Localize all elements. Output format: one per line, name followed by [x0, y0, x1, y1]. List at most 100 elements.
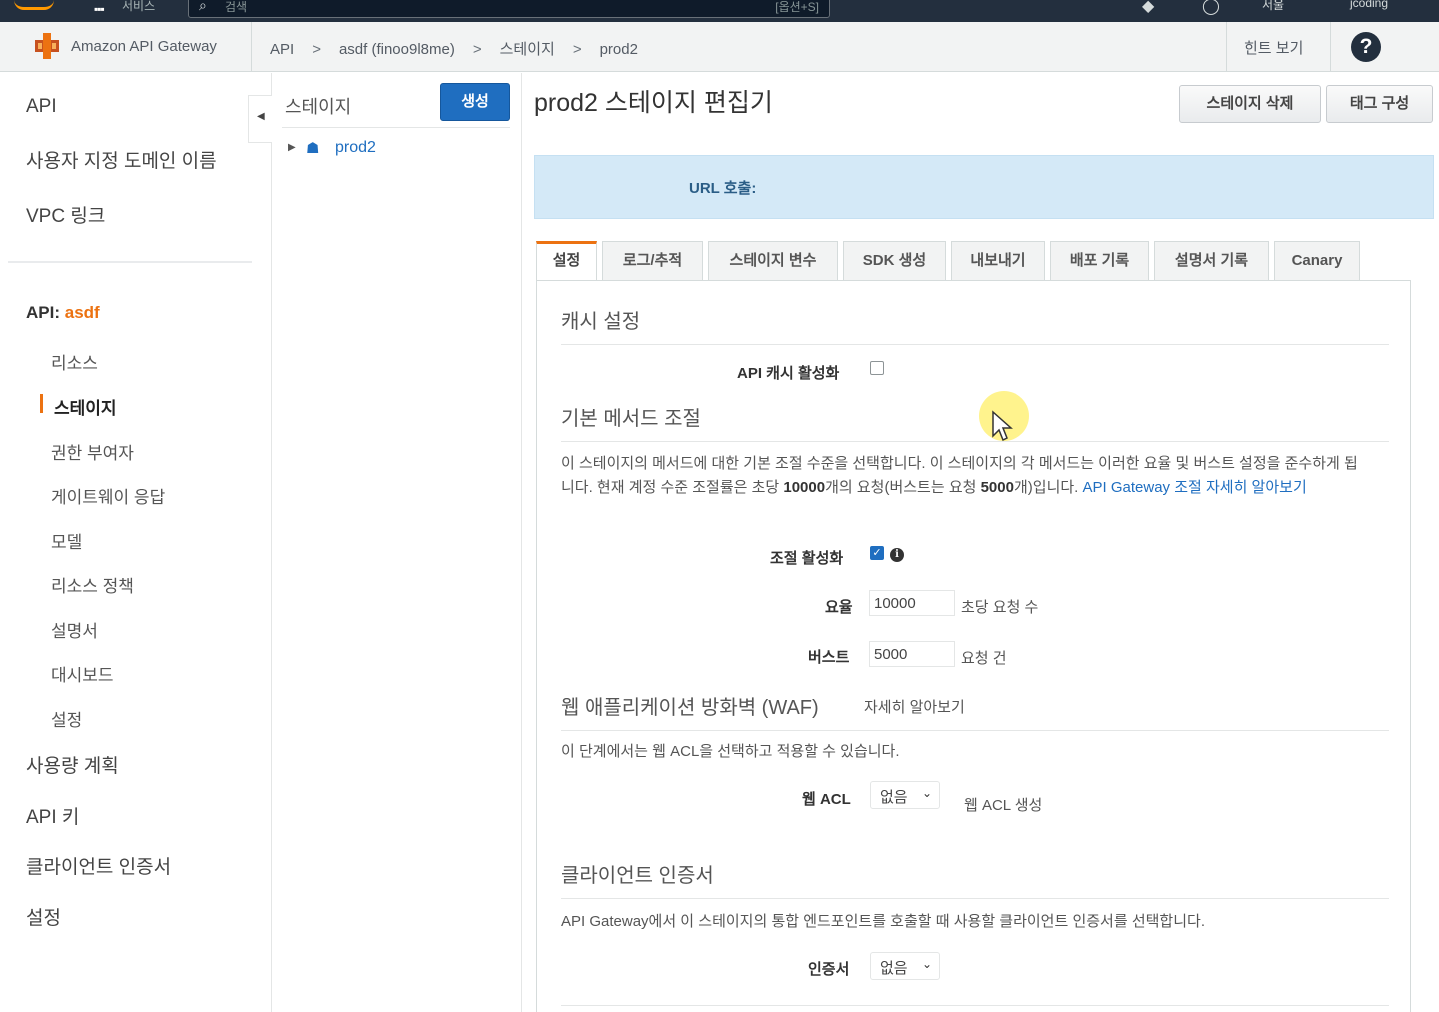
stage-list-panel: 스테이지 생성 ▶ ☗ prod2	[272, 73, 522, 1012]
cache-settings-heading: 캐시 설정	[561, 311, 641, 333]
nav-item-resources[interactable]: 리소스	[51, 349, 98, 374]
divider	[251, 22, 252, 72]
nav-api-heading: API: asdf	[26, 303, 100, 323]
page-title: prod2 스테이지 편집기	[534, 89, 773, 117]
divider	[561, 730, 1389, 731]
search-bar[interactable]: ⌕ 검색 [옵션+S]	[188, 0, 830, 18]
services-menu-label[interactable]: 서비스	[122, 0, 155, 14]
services-grid-icon[interactable]: ▪▪▪	[94, 2, 105, 16]
throttling-text: 개의 요청(버스트는 요청	[825, 479, 981, 496]
create-web-acl-link[interactable]: 웹 ACL 생성	[964, 794, 1042, 815]
top-navigation-bar: ▪▪▪ 서비스 ⌕ 검색 [옵션+S] ◆ ◯ 서울 jcoding	[0, 0, 1439, 22]
nav-item-client-certificates[interactable]: 클라이언트 인증서	[26, 852, 171, 879]
tab-documentation-history[interactable]: 설명서 기록	[1154, 241, 1269, 281]
tab-logs-tracing[interactable]: 로그/추적	[602, 241, 703, 281]
account-rate-value: 10000	[783, 479, 826, 496]
nav-item-settings[interactable]: 설정	[26, 903, 61, 930]
tab-settings[interactable]: 설정	[536, 241, 597, 281]
breadcrumb-stages[interactable]: 스테이지	[500, 41, 555, 58]
search-placeholder: 검색	[225, 0, 248, 14]
web-acl-label: 웹 ACL	[802, 791, 851, 808]
info-icon[interactable]: i	[890, 548, 904, 562]
service-header-bar: Amazon API Gateway API > asdf (finoo9l8me)…	[0, 22, 1439, 72]
support-icon[interactable]: ◯	[1202, 0, 1220, 16]
throttling-enable-checkbox[interactable]: ✓	[870, 546, 884, 560]
throttling-heading: 기본 메서드 조절	[561, 408, 701, 430]
certificate-label: 인증서	[808, 961, 850, 978]
active-indicator	[40, 394, 43, 413]
breadcrumb-separator-icon: >	[572, 41, 582, 58]
nav-item-api-settings[interactable]: 설정	[51, 706, 82, 731]
breadcrumb-api[interactable]: API	[270, 41, 294, 58]
stage-icon: ☗	[306, 140, 320, 157]
collapse-nav-toggle[interactable]: ◀	[248, 95, 272, 143]
notification-bell-icon[interactable]: ◆	[1142, 0, 1154, 16]
nav-item-authorizers[interactable]: 권한 부여자	[51, 439, 134, 464]
nav-item-apis[interactable]: API	[26, 96, 57, 118]
stage-tree-label[interactable]: prod2	[335, 139, 376, 157]
nav-item-stages[interactable]: 스테이지	[54, 394, 117, 419]
help-icon[interactable]: ?	[1351, 32, 1381, 62]
service-name[interactable]: Amazon API Gateway	[71, 38, 217, 55]
stage-editor: prod2 스테이지 편집기 스테이지 삭제 태그 구성 URL 호출: 설정 …	[522, 73, 1439, 1012]
tab-canary[interactable]: Canary	[1274, 241, 1360, 281]
nav-item-resource-policy[interactable]: 리소스 정책	[51, 572, 134, 597]
breadcrumb-api-name[interactable]: asdf (finoo9l8me)	[339, 41, 455, 58]
tab-stage-variables[interactable]: 스테이지 변수	[708, 241, 838, 281]
breadcrumb: API > asdf (finoo9l8me) > 스테이지 > prod2	[270, 38, 656, 59]
rate-input[interactable]	[869, 590, 955, 616]
burst-input[interactable]	[869, 641, 955, 667]
certificate-select[interactable]: 없음 ⌄	[870, 952, 940, 980]
region-selector[interactable]: 서울	[1262, 0, 1284, 13]
web-acl-select[interactable]: 없음 ⌄	[870, 781, 940, 809]
divider	[561, 898, 1389, 899]
show-hints-button[interactable]: 힌트 보기	[1244, 37, 1303, 58]
cache-enable-checkbox[interactable]	[870, 361, 884, 375]
nav-item-dashboard[interactable]: 대시보드	[51, 661, 114, 686]
tab-sdk-generation[interactable]: SDK 생성	[843, 241, 946, 281]
delete-stage-button[interactable]: 스테이지 삭제	[1179, 85, 1321, 123]
search-icon: ⌕	[199, 0, 207, 13]
settings-panel: 캐시 설정 API 캐시 활성화 기본 메서드 조절 이 스테이지의 메서드에 …	[536, 280, 1411, 1012]
nav-item-gateway-responses[interactable]: 게이트웨이 응답	[51, 483, 165, 508]
divider	[282, 127, 510, 128]
breadcrumb-stage[interactable]: prod2	[600, 41, 638, 58]
configure-tags-button[interactable]: 태그 구성	[1326, 85, 1433, 123]
nav-item-custom-domain[interactable]: 사용자 지정 도메인 이름	[26, 146, 217, 173]
nav-divider	[8, 261, 252, 263]
waf-learn-more-link[interactable]: 자세히 알아보기	[864, 696, 965, 717]
nav-item-documentation[interactable]: 설명서	[51, 617, 98, 642]
certificate-select-value: 없음	[880, 960, 908, 977]
nav-item-models[interactable]: 모델	[51, 528, 82, 553]
burst-label: 버스트	[808, 649, 850, 666]
create-stage-button[interactable]: 생성	[440, 83, 510, 121]
expand-triangle-icon[interactable]: ▶	[288, 142, 296, 153]
nav-item-api-keys[interactable]: API 키	[26, 802, 79, 829]
api-name[interactable]: asdf	[65, 303, 100, 322]
tab-deployment-history[interactable]: 배포 기록	[1050, 241, 1149, 281]
api-prefix: API:	[26, 303, 60, 322]
chevron-down-icon: ⌄	[921, 786, 932, 800]
throttling-text: 개)입니다.	[1013, 479, 1083, 496]
nav-item-usage-plans[interactable]: 사용량 계획	[26, 751, 119, 778]
waf-heading: 웹 애플리케이션 방화벽 (WAF)	[561, 697, 819, 719]
tab-export[interactable]: 내보내기	[951, 241, 1045, 281]
throttling-learn-more-link[interactable]: API Gateway 조절 자세히 알아보기	[1083, 479, 1307, 496]
client-certificate-description: API Gateway에서 이 스테이지의 통합 엔드포인트를 호출할 때 사용…	[561, 913, 1205, 930]
web-acl-select-value: 없음	[880, 789, 908, 806]
search-shortcut-hint: [옵션+S]	[775, 0, 819, 14]
left-navigation: API 사용자 지정 도메인 이름 VPC 링크 API: asdf 리소스 스…	[0, 73, 272, 1012]
breadcrumb-separator-icon: >	[312, 41, 321, 58]
divider	[561, 344, 1389, 345]
stage-list-heading: 스테이지	[285, 97, 352, 117]
nav-item-vpc-links[interactable]: VPC 링크	[26, 201, 105, 228]
cache-enable-label: API 캐시 활성화	[737, 365, 840, 382]
mouse-cursor-icon	[992, 410, 1013, 442]
client-certificate-heading: 클라이언트 인증서	[561, 865, 714, 887]
account-menu[interactable]: jcoding	[1350, 0, 1388, 10]
divider	[1330, 22, 1331, 72]
invoke-url-label: URL 호출:	[689, 180, 757, 197]
aws-logo[interactable]	[14, 0, 54, 10]
invoke-url-box: URL 호출:	[534, 155, 1434, 219]
divider	[561, 441, 1389, 442]
